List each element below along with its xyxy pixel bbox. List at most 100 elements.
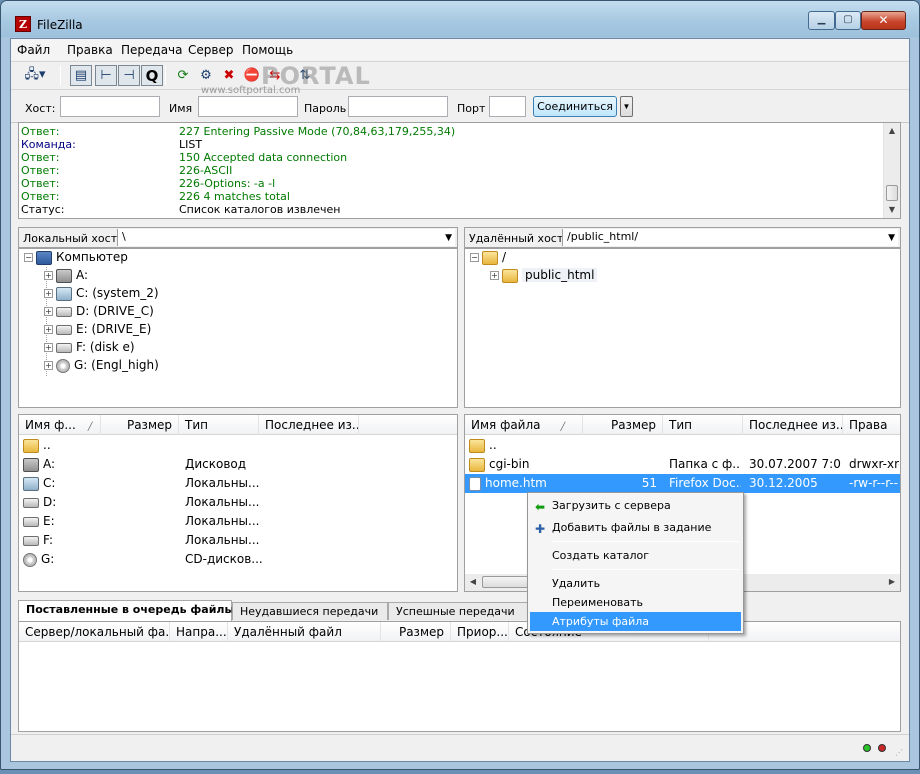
- menu-item-file-attributes[interactable]: Атрибуты файла: [530, 612, 741, 631]
- file-row[interactable]: ..: [465, 436, 900, 455]
- tree-item-root[interactable]: − /: [470, 249, 506, 266]
- tab-successful-transfers[interactable]: Успешные передачи: [388, 602, 540, 620]
- expand-icon[interactable]: +: [44, 343, 53, 352]
- column-size[interactable]: Размер: [101, 415, 179, 435]
- column-permissions[interactable]: Права: [843, 415, 900, 435]
- file-row[interactable]: A: Дисковод: [19, 455, 457, 474]
- log-row: Ответ: 226-ASCII: [21, 164, 233, 177]
- menu-item-download[interactable]: ⬅ Загрузить с сервера: [530, 496, 741, 515]
- toggle-queue-icon[interactable]: Q: [141, 65, 163, 86]
- menu-server[interactable]: Сервер: [188, 43, 233, 57]
- column-modified[interactable]: Последнее из...: [259, 415, 359, 435]
- tree-item-drive[interactable]: + D: (DRIVE_C): [44, 303, 154, 320]
- menu-item-add-to-queue[interactable]: ✚ Добавить файлы в задание: [530, 518, 741, 537]
- scroll-left-arrow-icon[interactable]: ◀: [465, 574, 481, 590]
- menu-help[interactable]: Помощь: [242, 43, 293, 57]
- toggle-local-tree-icon[interactable]: ⊢: [95, 65, 117, 86]
- file-row[interactable]: C: Локальны...: [19, 474, 457, 493]
- port-input[interactable]: [489, 96, 526, 117]
- expand-icon[interactable]: +: [44, 325, 53, 334]
- collapse-icon[interactable]: −: [470, 253, 479, 262]
- tree-item-computer[interactable]: − Компьютер: [24, 249, 128, 266]
- column-remote-file[interactable]: Удалённый файл: [228, 622, 381, 642]
- title-bar[interactable]: Z FileZilla ▁ ▢ ✕: [1, 1, 919, 37]
- menu-item-rename[interactable]: Переименовать: [530, 593, 741, 612]
- expand-icon[interactable]: +: [44, 307, 53, 316]
- filezilla-app-icon: Z: [15, 16, 31, 32]
- file-row[interactable]: G: CD-дисков...: [19, 550, 457, 569]
- quickconnect-button[interactable]: Соединиться: [533, 96, 617, 117]
- toggle-remote-tree-icon[interactable]: ⊣: [118, 65, 140, 86]
- tree-item-public-html[interactable]: + public_html: [490, 267, 598, 284]
- host-input[interactable]: [60, 96, 160, 117]
- menu-item-delete[interactable]: Удалить: [530, 574, 741, 593]
- log-row: Команда: LIST: [21, 138, 203, 151]
- file-row[interactable]: D: Локальны...: [19, 493, 457, 512]
- combo-arrow-icon[interactable]: ▼: [888, 233, 895, 243]
- menu-item-create-directory[interactable]: Создать каталог: [530, 546, 741, 565]
- file-row-selected[interactable]: home.htm 51 Firefox Doc... 30.12.2005 -r…: [465, 474, 900, 493]
- file-row[interactable]: E: Локальны...: [19, 512, 457, 531]
- password-input[interactable]: [348, 96, 448, 117]
- local-file-list[interactable]: Имя ф... ╱ Размер Тип Последнее из... .. …: [18, 414, 458, 592]
- remote-directory-tree[interactable]: − / + public_html: [464, 248, 901, 408]
- column-modified[interactable]: Последнее из...: [743, 415, 843, 435]
- menu-separator: [552, 541, 739, 542]
- column-size[interactable]: Размер: [381, 622, 451, 642]
- column-server-local-file[interactable]: Сервер/локальный фа...: [19, 622, 170, 642]
- expand-icon[interactable]: +: [490, 271, 499, 280]
- toolbar: 🖧▾ ▤ ⊢ ⊣ Q ⟳ ⚙ ✖ ⛔ ⇆ ⇅ PORTAL www.softpo…: [11, 61, 909, 96]
- close-button[interactable]: ✕: [861, 11, 906, 30]
- local-path-combobox[interactable]: \ ▼: [117, 229, 455, 246]
- tree-item-drive[interactable]: + A:: [44, 267, 88, 284]
- file-row[interactable]: cgi-bin Папка с ф... 30.07.2007 7:07... …: [465, 455, 900, 474]
- combo-arrow-icon[interactable]: ▼: [445, 233, 452, 243]
- message-log[interactable]: Ответ: 227 Entering Passive Mode (70,84,6…: [18, 122, 901, 219]
- floppy-drive-icon: [56, 268, 72, 283]
- process-queue-icon[interactable]: ⚙: [195, 65, 217, 86]
- username-input[interactable]: [198, 96, 298, 117]
- cd-drive-icon: [56, 358, 70, 373]
- log-row: Ответ: 227 Entering Passive Mode (70,84,6…: [21, 125, 456, 138]
- transfer-queue-list[interactable]: Сервер/локальный фа... Напра... Удалённы…: [18, 621, 901, 732]
- scroll-right-arrow-icon[interactable]: ▶: [884, 574, 900, 590]
- resize-grip-icon[interactable]: ⋰: [895, 748, 906, 759]
- collapse-icon[interactable]: −: [24, 253, 33, 262]
- remote-path-combobox[interactable]: /public_html/▼: [562, 229, 898, 246]
- column-type[interactable]: Тип: [179, 415, 259, 435]
- scroll-down-arrow-icon[interactable]: ▼: [884, 202, 900, 218]
- expand-icon[interactable]: +: [44, 289, 53, 298]
- file-row[interactable]: F: Локальны...: [19, 531, 457, 550]
- tree-item-drive[interactable]: + C: (system_2): [44, 285, 159, 302]
- tree-item-drive[interactable]: + E: (DRIVE_E): [44, 321, 151, 338]
- minimize-button[interactable]: ▁: [808, 11, 835, 30]
- maximize-button[interactable]: ▢: [835, 11, 861, 30]
- expand-icon[interactable]: +: [44, 361, 53, 370]
- column-name[interactable]: Имя файла ╱: [465, 415, 583, 435]
- refresh-icon[interactable]: ⟳: [172, 65, 194, 86]
- local-directory-tree[interactable]: − Компьютер + A: + C: (system_2) + D: (DRIVE…: [18, 248, 458, 408]
- menu-file[interactable]: Файл: [17, 43, 50, 57]
- receive-indicator-icon: [878, 744, 886, 752]
- column-size[interactable]: Размер: [583, 415, 663, 435]
- menu-edit[interactable]: Правка: [67, 43, 113, 57]
- log-scrollbar[interactable]: ▲ ▼: [883, 123, 900, 218]
- tab-queued-files[interactable]: Поставленные в очередь файлы: [18, 600, 234, 621]
- toggle-log-icon[interactable]: ▤: [70, 65, 92, 86]
- quickconnect-dropdown-icon[interactable]: ▼: [620, 96, 633, 117]
- cancel-icon[interactable]: ✖: [218, 65, 240, 86]
- column-direction[interactable]: Напра...: [170, 622, 228, 642]
- column-name[interactable]: Имя ф... ╱: [19, 415, 101, 435]
- tree-item-drive[interactable]: + G: (Engl_high): [44, 357, 159, 374]
- column-priority[interactable]: Приор...: [451, 622, 509, 642]
- site-manager-icon[interactable]: 🖧▾: [17, 65, 53, 86]
- tab-failed-transfers[interactable]: Неудавшиеся передачи: [232, 602, 388, 620]
- file-row[interactable]: ..: [19, 436, 457, 455]
- column-type[interactable]: Тип: [663, 415, 743, 435]
- scroll-up-arrow-icon[interactable]: ▲: [884, 123, 900, 139]
- menu-transfer[interactable]: Передача: [121, 43, 183, 57]
- disconnect-icon[interactable]: ⛔: [241, 65, 263, 86]
- tree-item-drive[interactable]: + F: (disk e): [44, 339, 135, 356]
- scroll-thumb[interactable]: [886, 185, 898, 201]
- expand-icon[interactable]: +: [44, 271, 53, 280]
